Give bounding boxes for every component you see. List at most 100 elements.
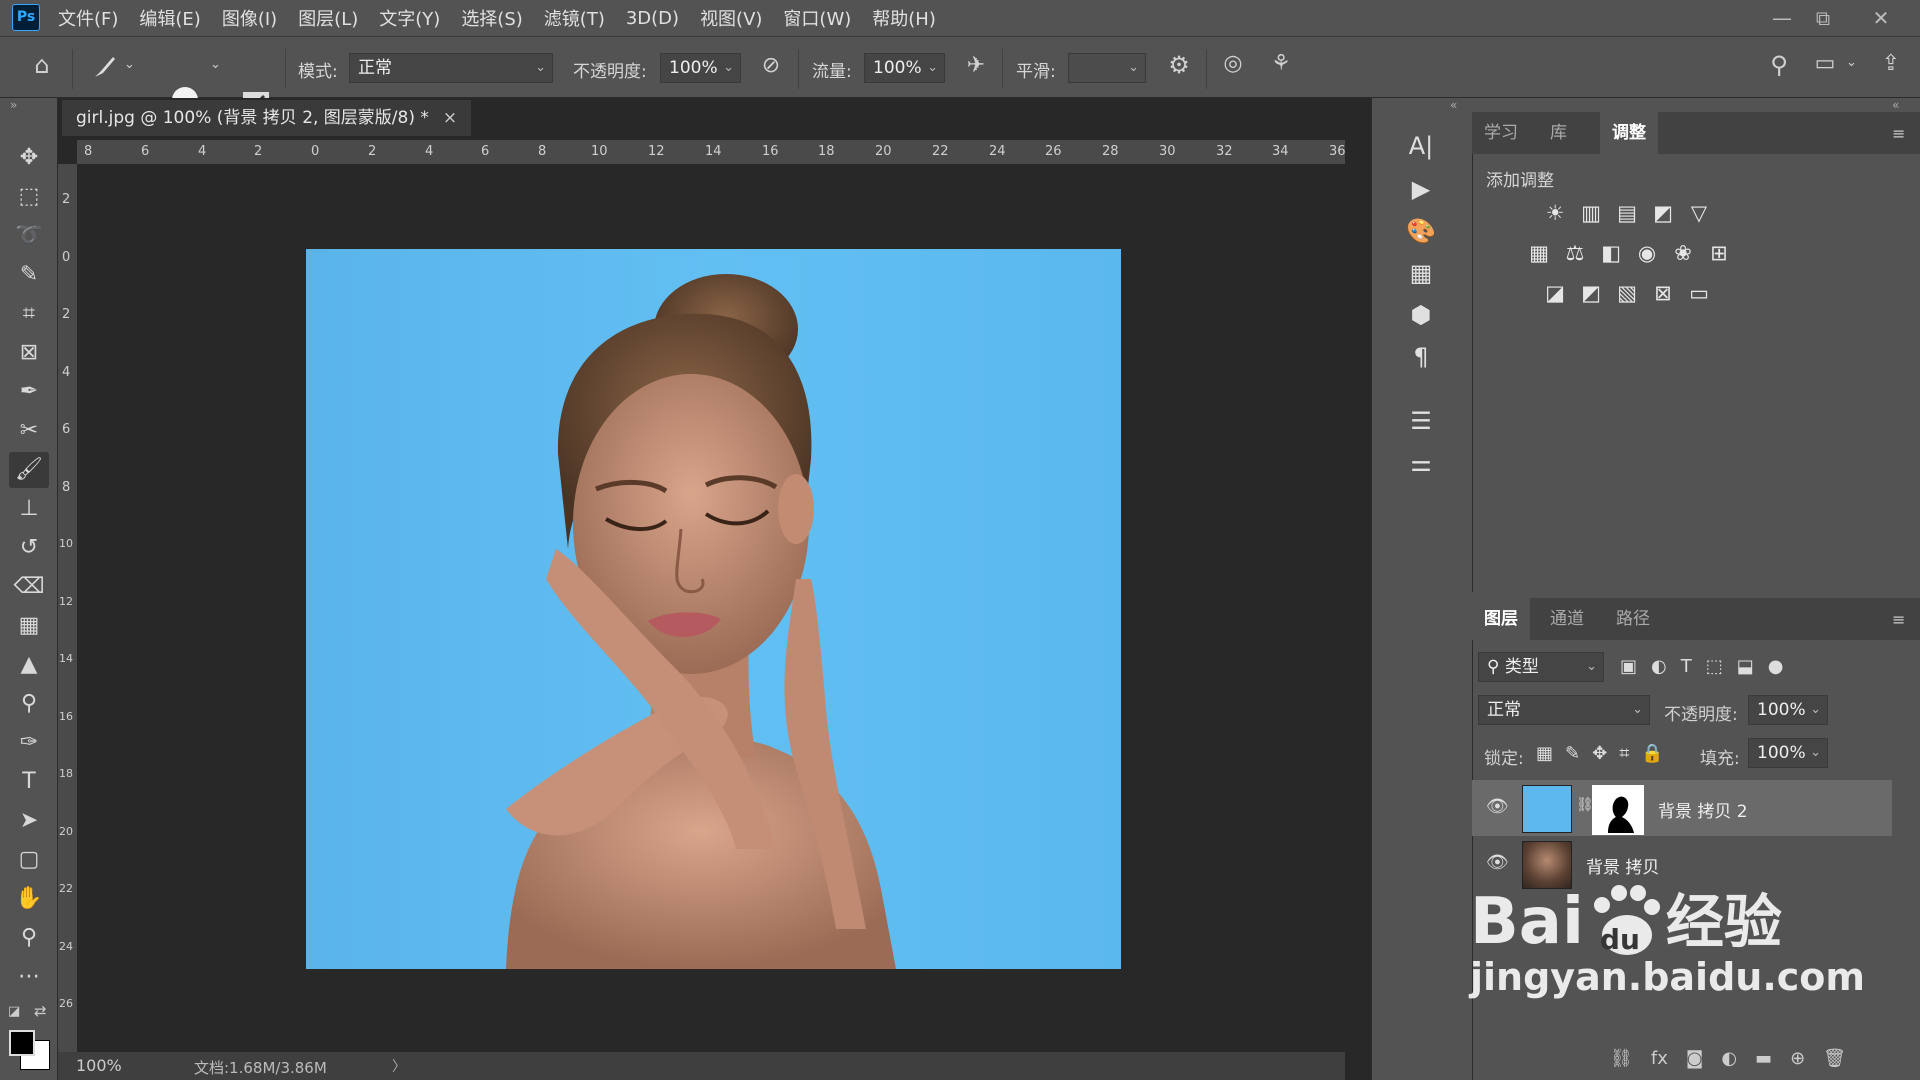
black-white-icon[interactable]: ◧ [1596,238,1626,268]
move-tool-icon[interactable]: ✥ [9,140,49,176]
canvas-image[interactable] [306,249,1121,969]
levels-icon[interactable]: ▥ [1576,198,1606,228]
panel-menu-icon[interactable]: ≡ [1892,124,1905,143]
fill-field[interactable]: 100% ⌄ [1748,738,1828,768]
menu-type[interactable]: 文字(Y) [379,5,440,31]
opacity-field[interactable]: 100% ⌄ [660,53,741,83]
eraser-tool-icon[interactable]: ⌫ [9,569,49,605]
type-filter-icon[interactable]: T [1681,656,1692,682]
layer-name[interactable]: 背景 拷贝 2 [1658,797,1748,822]
invert-icon[interactable]: ◪ [1540,278,1570,308]
gradient-map-icon[interactable]: ▭ [1684,278,1714,308]
menu-edit[interactable]: 编辑(E) [139,5,200,31]
default-colors-icon[interactable]: ◪ [8,1004,20,1019]
history-brush-tool-icon[interactable]: ↺ [9,530,49,566]
horizontal-ruler[interactable]: 8 6 4 2 0 2 4 6 8 10 12 14 16 18 20 22 2… [77,140,1346,165]
lasso-tool-icon[interactable]: ➰ [9,218,49,254]
marquee-tool-icon[interactable]: ⬚ [9,179,49,215]
flow-field[interactable]: 100% ⌄ [864,53,945,83]
lock-pixels-icon[interactable]: ✎ [1565,743,1580,764]
hue-saturation-icon[interactable]: ▦ [1524,238,1554,268]
brush-preset-icon[interactable] [90,53,120,83]
chevron-right-icon[interactable]: 〉 [392,1056,406,1076]
filter-toggle-icon[interactable]: ● [1768,656,1784,682]
healing-tool-icon[interactable]: ✂ [9,413,49,449]
crop-tool-icon[interactable]: ⌗ [9,296,49,332]
layer-filter-select[interactable]: ⚲ 类型 ⌄ [1478,652,1604,682]
pressure-size-icon[interactable]: ◎ [1216,51,1250,76]
pressure-opacity-icon[interactable]: ⊘ [756,53,786,78]
collapse-icon[interactable]: « [1892,98,1899,112]
blend-mode-select[interactable]: 正常 ⌄ [1478,695,1650,725]
pen-tool-icon[interactable]: ✑ [9,725,49,761]
collapse-icon[interactable]: » [10,98,17,112]
quick-select-tool-icon[interactable]: ✎ [9,257,49,293]
chevron-down-icon[interactable]: ⌄ [1846,55,1857,70]
airbrush-icon[interactable]: ✈ [960,53,992,78]
tab-channels[interactable]: 通道 [1538,598,1596,640]
document-info[interactable]: 文档:1.68M/3.86M [194,1057,327,1078]
eye-icon[interactable]: 👁 [1486,852,1509,873]
fx-icon[interactable]: fx [1651,1048,1668,1069]
tab-library[interactable]: 库 [1538,112,1579,154]
paragraph-icon[interactable]: ¶ [1401,339,1441,375]
properties-icon[interactable]: ⚌ [1401,445,1441,481]
layer-opacity-field[interactable]: 100% ⌄ [1748,695,1828,725]
trash-icon[interactable]: 🗑 [1823,1048,1846,1069]
swatches-icon[interactable]: 🎨 [1401,213,1441,249]
layer-mask-thumbnail[interactable] [1592,785,1644,835]
color-lookup-icon[interactable]: ⊞ [1704,238,1734,268]
foreground-color-swatch[interactable] [9,1030,35,1056]
layer-row[interactable]: 👁 ⛓ 背景 拷贝 2 [1472,780,1892,836]
blur-tool-icon[interactable]: ▲ [9,647,49,683]
tab-adjustments[interactable]: 调整 [1600,112,1658,154]
zoom-tool-icon[interactable]: ⚲ [9,920,49,956]
gear-icon[interactable]: ⚙ [1162,51,1196,79]
menu-help[interactable]: 帮助(H) [872,5,936,31]
search-icon[interactable]: ⚲ [1762,51,1796,79]
3d-panel-icon[interactable]: ⬢ [1401,297,1441,333]
chevron-down-icon[interactable]: ⌄ [124,57,135,72]
menu-image[interactable]: 图像(I) [222,5,277,31]
vertical-ruler[interactable]: 2 0 2 4 6 8 10 12 14 16 18 20 22 24 26 [58,164,78,1052]
gradient-tool-icon[interactable]: ▦ [9,608,49,644]
mode-select[interactable]: 正常 ⌄ [349,53,553,83]
play-actions-icon[interactable]: ▶ [1401,171,1441,207]
lock-all-icon[interactable]: 🔒 [1641,743,1663,764]
channel-mixer-icon[interactable]: ❀ [1668,238,1698,268]
share-icon[interactable]: ⇪ [1874,51,1908,76]
stamp-tool-icon[interactable]: ⊥ [9,491,49,527]
eye-icon[interactable]: 👁 [1486,796,1509,817]
eyedropper-tool-icon[interactable]: ✒ [9,374,49,410]
tab-paths[interactable]: 路径 [1604,598,1662,640]
dodge-tool-icon[interactable]: ⚲ [9,686,49,722]
link-icon[interactable]: ⛓ [1610,1048,1633,1069]
curves-icon[interactable]: ▤ [1612,198,1642,228]
path-select-tool-icon[interactable]: ➤ [9,803,49,839]
home-icon[interactable]: ⌂ [24,51,60,85]
frame-tool-icon[interactable]: ⊠ [9,335,49,371]
vibrance-icon[interactable]: ▽ [1684,198,1714,228]
selective-color-icon[interactable]: ⊠ [1648,278,1678,308]
symmetry-icon[interactable]: ⚘ [1264,51,1298,76]
menu-select[interactable]: 选择(S) [461,5,522,31]
brightness-icon[interactable]: ☀ [1540,198,1570,228]
brush-settings-icon[interactable]: ☰ [1401,403,1441,439]
new-layer-icon[interactable]: ⊕ [1790,1048,1805,1069]
restore-button[interactable]: ⧉ [1806,4,1840,32]
close-button[interactable]: ✕ [1864,4,1898,32]
menu-filter[interactable]: 滤镜(T) [544,5,605,31]
lock-artboard-icon[interactable]: ⌗ [1619,743,1629,764]
document-tab[interactable]: girl.jpg @ 100% (背景 拷贝 2, 图层蒙版/8) * × [62,100,472,136]
panel-menu-icon[interactable]: ≡ [1892,610,1905,629]
character-panel-icon[interactable]: A| [1401,128,1441,164]
workspace-icon[interactable]: ▭ [1808,51,1842,76]
photo-filter-icon[interactable]: ◉ [1632,238,1662,268]
lock-transparency-icon[interactable]: ▦ [1536,743,1553,764]
tab-layers[interactable]: 图层 [1472,598,1530,640]
close-icon[interactable]: × [443,108,457,128]
chevron-down-icon[interactable]: ⌄ [210,57,221,72]
pixel-filter-icon[interactable]: ▣ [1620,656,1637,682]
menu-view[interactable]: 视图(V) [700,5,762,31]
menu-file[interactable]: 文件(F) [58,5,118,31]
